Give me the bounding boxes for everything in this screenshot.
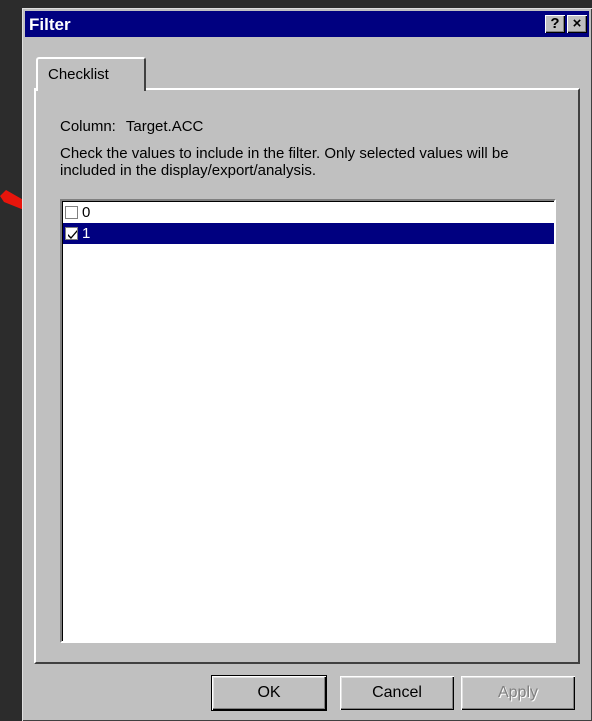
title-bar: Filter ? × (25, 11, 589, 37)
list-item-1[interactable]: 1 (63, 223, 554, 244)
checkbox-0[interactable] (65, 206, 78, 219)
list-item-label: 1 (82, 225, 91, 242)
apply-button[interactable]: Apply (461, 676, 575, 710)
help-button[interactable]: ? (545, 15, 565, 33)
filter-dialog: Filter ? × Checklist Column: Target.ACC C… (22, 8, 592, 721)
list-item-label: 0 (82, 204, 91, 221)
column-label: Column: (60, 118, 116, 135)
column-info: Column: Target.ACC (60, 118, 203, 135)
dialog-title: Filter (29, 15, 71, 34)
list-item-0[interactable]: 0 (63, 202, 554, 223)
checkbox-1[interactable] (65, 227, 78, 240)
values-listbox[interactable]: 0 1 (60, 199, 556, 643)
tab-checklist-label: Checklist (48, 66, 109, 83)
close-icon: × (572, 15, 582, 32)
help-icon: ? (550, 15, 560, 32)
checkmark-icon (68, 230, 77, 239)
tab-checklist[interactable]: Checklist (36, 57, 146, 91)
cancel-button[interactable]: Cancel (340, 676, 454, 710)
checklist-panel: Column: Target.ACC Check the values to in… (34, 88, 580, 664)
listbox-content: 0 1 (62, 201, 554, 641)
ok-button[interactable]: OK (211, 675, 327, 711)
instructions-text: Check the values to include in the filte… (60, 145, 509, 179)
close-button[interactable]: × (567, 15, 587, 33)
column-value: Target.ACC (125, 118, 204, 135)
